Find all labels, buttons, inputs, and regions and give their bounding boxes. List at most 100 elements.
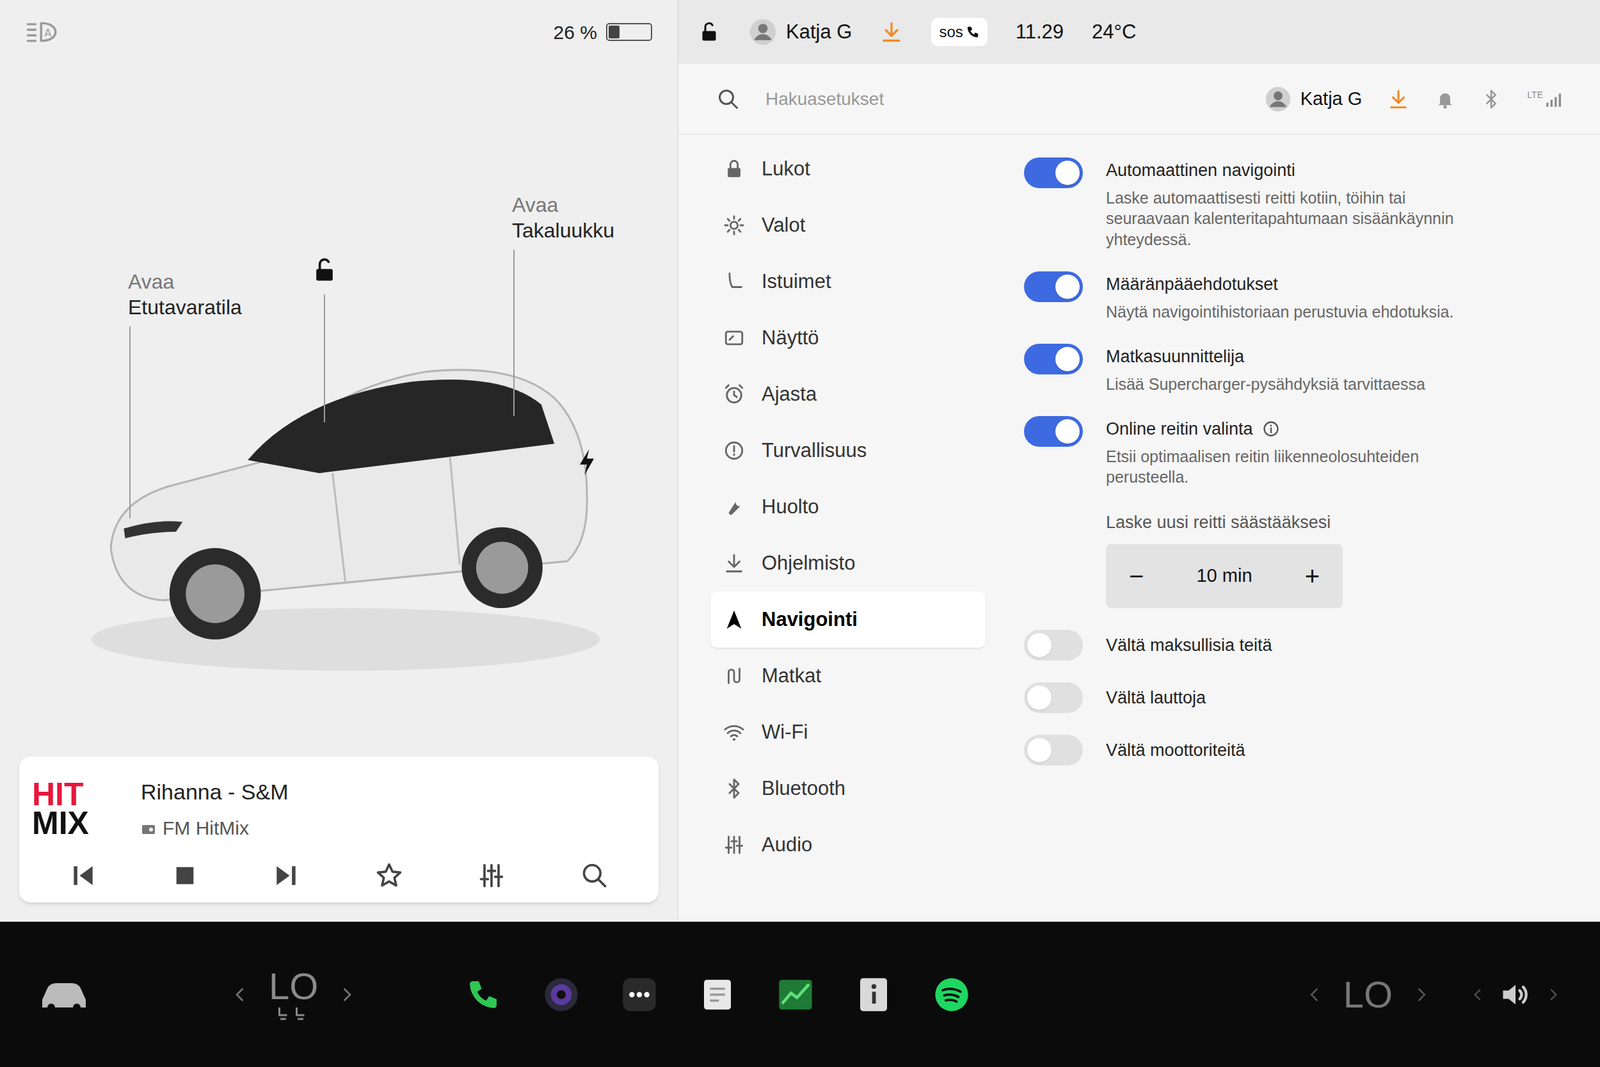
favorite-star-icon[interactable]: [375, 861, 404, 890]
bluetooth-icon[interactable]: [1480, 88, 1502, 110]
menu-item-label[interactable]: Turvallisuus: [761, 435, 867, 466]
toggle-switch[interactable]: [1024, 682, 1083, 713]
profile-name[interactable]: Katja G: [1300, 85, 1363, 114]
menu-item-label[interactable]: Matkat: [761, 661, 822, 692]
sos-button[interactable]: sos: [931, 17, 987, 47]
settings-menu-item[interactable]: Ohjelmisto: [710, 535, 986, 592]
menu-item-label[interactable]: Huolto: [761, 492, 820, 523]
media-source-label: FM HitMix: [162, 813, 249, 843]
menu-item-label[interactable]: Ohjelmisto: [761, 548, 856, 579]
trunk-action[interactable]: Avaa: [512, 192, 615, 218]
settings-menu-item[interactable]: Ajasta: [710, 366, 986, 423]
driver-profile[interactable]: Katja G: [748, 17, 852, 48]
search-icon[interactable]: [580, 861, 609, 890]
passenger-temperature[interactable]: LO: [1343, 976, 1393, 1014]
settings-menu-item[interactable]: Navigointi: [710, 591, 986, 648]
equalizer-icon[interactable]: [477, 861, 506, 890]
trunk-button[interactable]: AvaaTakaluukku: [512, 192, 615, 244]
toggle-switch[interactable]: [1024, 416, 1083, 447]
settings-menu-item[interactable]: Turvallisuus: [710, 422, 986, 479]
temp-down-icon[interactable]: [230, 984, 250, 1005]
menu-item-icon: [723, 552, 745, 575]
toggle-switch[interactable]: [1024, 343, 1083, 375]
settings-menu-item[interactable]: Bluetooth: [710, 760, 986, 817]
main-area: A26 %AvaaEtutavaratilaAvaaTakaluukkuHITM…: [0, 0, 1600, 922]
toggle-switch[interactable]: [1024, 157, 1083, 189]
decrease-button[interactable]: −: [1125, 556, 1148, 596]
manual-app-icon[interactable]: [855, 976, 892, 1013]
volume-down-icon[interactable]: [1469, 986, 1487, 1003]
menu-item-label[interactable]: Ajasta: [761, 379, 817, 410]
settings-menu-item[interactable]: Valot: [710, 197, 986, 254]
camera-app-icon[interactable]: [543, 976, 580, 1013]
info-button[interactable]: [1262, 419, 1280, 438]
settings-search-input[interactable]: [765, 85, 1240, 113]
settings-menu-item[interactable]: Näyttö: [710, 309, 986, 367]
temp-down-icon[interactable]: [1304, 984, 1325, 1005]
calendar-app-icon[interactable]: [699, 976, 736, 1013]
trunk-label[interactable]: Takaluukku: [512, 217, 615, 244]
seat-heater-icon[interactable]: [276, 1004, 312, 1022]
toggle-switch[interactable]: [1024, 271, 1083, 303]
settings-menu-item[interactable]: Wi-Fi: [710, 704, 986, 761]
frunk-label[interactable]: Etutavaratila: [128, 294, 242, 320]
menu-item-label[interactable]: Istuimet: [761, 266, 832, 297]
menu-item-label[interactable]: Näyttö: [761, 323, 820, 354]
menu-item-icon: [723, 383, 745, 406]
more-apps-icon[interactable]: [621, 976, 658, 1013]
menu-item-icon: [723, 777, 745, 800]
download-icon[interactable]: [880, 20, 904, 44]
setting-title: Vältä maksullisia teitä: [1105, 632, 1273, 659]
car-icon[interactable]: [38, 976, 90, 1013]
bell-icon[interactable]: [1434, 88, 1456, 110]
driver-temperature[interactable]: LO: [268, 967, 319, 1005]
car-area: AvaaEtutavaratilaAvaaTakaluukku: [0, 64, 678, 757]
toggle-switch[interactable]: [1024, 629, 1083, 661]
toggle-knob: [1055, 346, 1080, 372]
menu-item-icon: [723, 158, 745, 180]
lock-status-icon[interactable]: [697, 20, 721, 44]
car-lock[interactable]: [310, 256, 339, 285]
sos-label[interactable]: sos: [938, 20, 963, 44]
media-player: HITMIXRihanna - S&MFM HitMix: [19, 756, 659, 903]
menu-item-label[interactable]: Valot: [761, 210, 806, 241]
setting-title: Online reitin valinta: [1105, 416, 1254, 443]
increase-button[interactable]: +: [1301, 556, 1324, 596]
setting-title-row: Vältä moottoriteitä: [1105, 737, 1246, 764]
menu-item-label[interactable]: Wi-Fi: [761, 717, 808, 748]
settings-menu-item[interactable]: Lukot: [710, 140, 986, 198]
menu-item-label[interactable]: Audio: [761, 830, 813, 861]
settings-menu-item[interactable]: Audio: [710, 816, 986, 873]
settings-menu-item[interactable]: Istuimet: [710, 253, 986, 310]
logo-top: HIT: [32, 780, 122, 809]
energy-app-icon[interactable]: [777, 976, 814, 1013]
settings-menu-item[interactable]: Matkat: [710, 647, 986, 704]
menu-item-label[interactable]: Navigointi: [761, 604, 858, 635]
next-icon[interactable]: [272, 861, 301, 890]
temp-up-icon[interactable]: [337, 984, 357, 1005]
car-image: [83, 332, 608, 672]
stop-icon[interactable]: [172, 862, 198, 889]
volume-up-icon[interactable]: [1544, 986, 1562, 1003]
spotify-app-icon[interactable]: [933, 976, 970, 1013]
setting-title: Määränpääehdotukset: [1105, 271, 1279, 298]
driver-name[interactable]: Katja G: [785, 17, 852, 48]
download-icon[interactable]: [1387, 88, 1410, 111]
charge-port-icon[interactable]: [576, 448, 598, 477]
settings-menu-item[interactable]: Huolto: [710, 478, 986, 536]
menu-item-icon: [723, 833, 745, 856]
volume-icon[interactable]: [1498, 977, 1533, 1012]
setting-text: Vältä lauttoja: [1105, 684, 1206, 712]
info-icon[interactable]: [1262, 419, 1280, 438]
auto-headlight-icon[interactable]: A: [25, 19, 59, 45]
previous-icon[interactable]: [69, 861, 98, 890]
toggle-switch[interactable]: [1024, 734, 1083, 766]
profile-button[interactable]: Katja G: [1264, 85, 1363, 114]
menu-item-label[interactable]: Bluetooth: [761, 773, 846, 804]
menu-item-label[interactable]: Lukot: [761, 154, 811, 185]
phone-app-icon[interactable]: [465, 976, 502, 1013]
frunk-action[interactable]: Avaa: [128, 268, 242, 295]
temp-up-icon[interactable]: [1411, 984, 1432, 1005]
frunk-button[interactable]: AvaaEtutavaratila: [128, 268, 242, 320]
lock-icon[interactable]: [310, 256, 339, 285]
